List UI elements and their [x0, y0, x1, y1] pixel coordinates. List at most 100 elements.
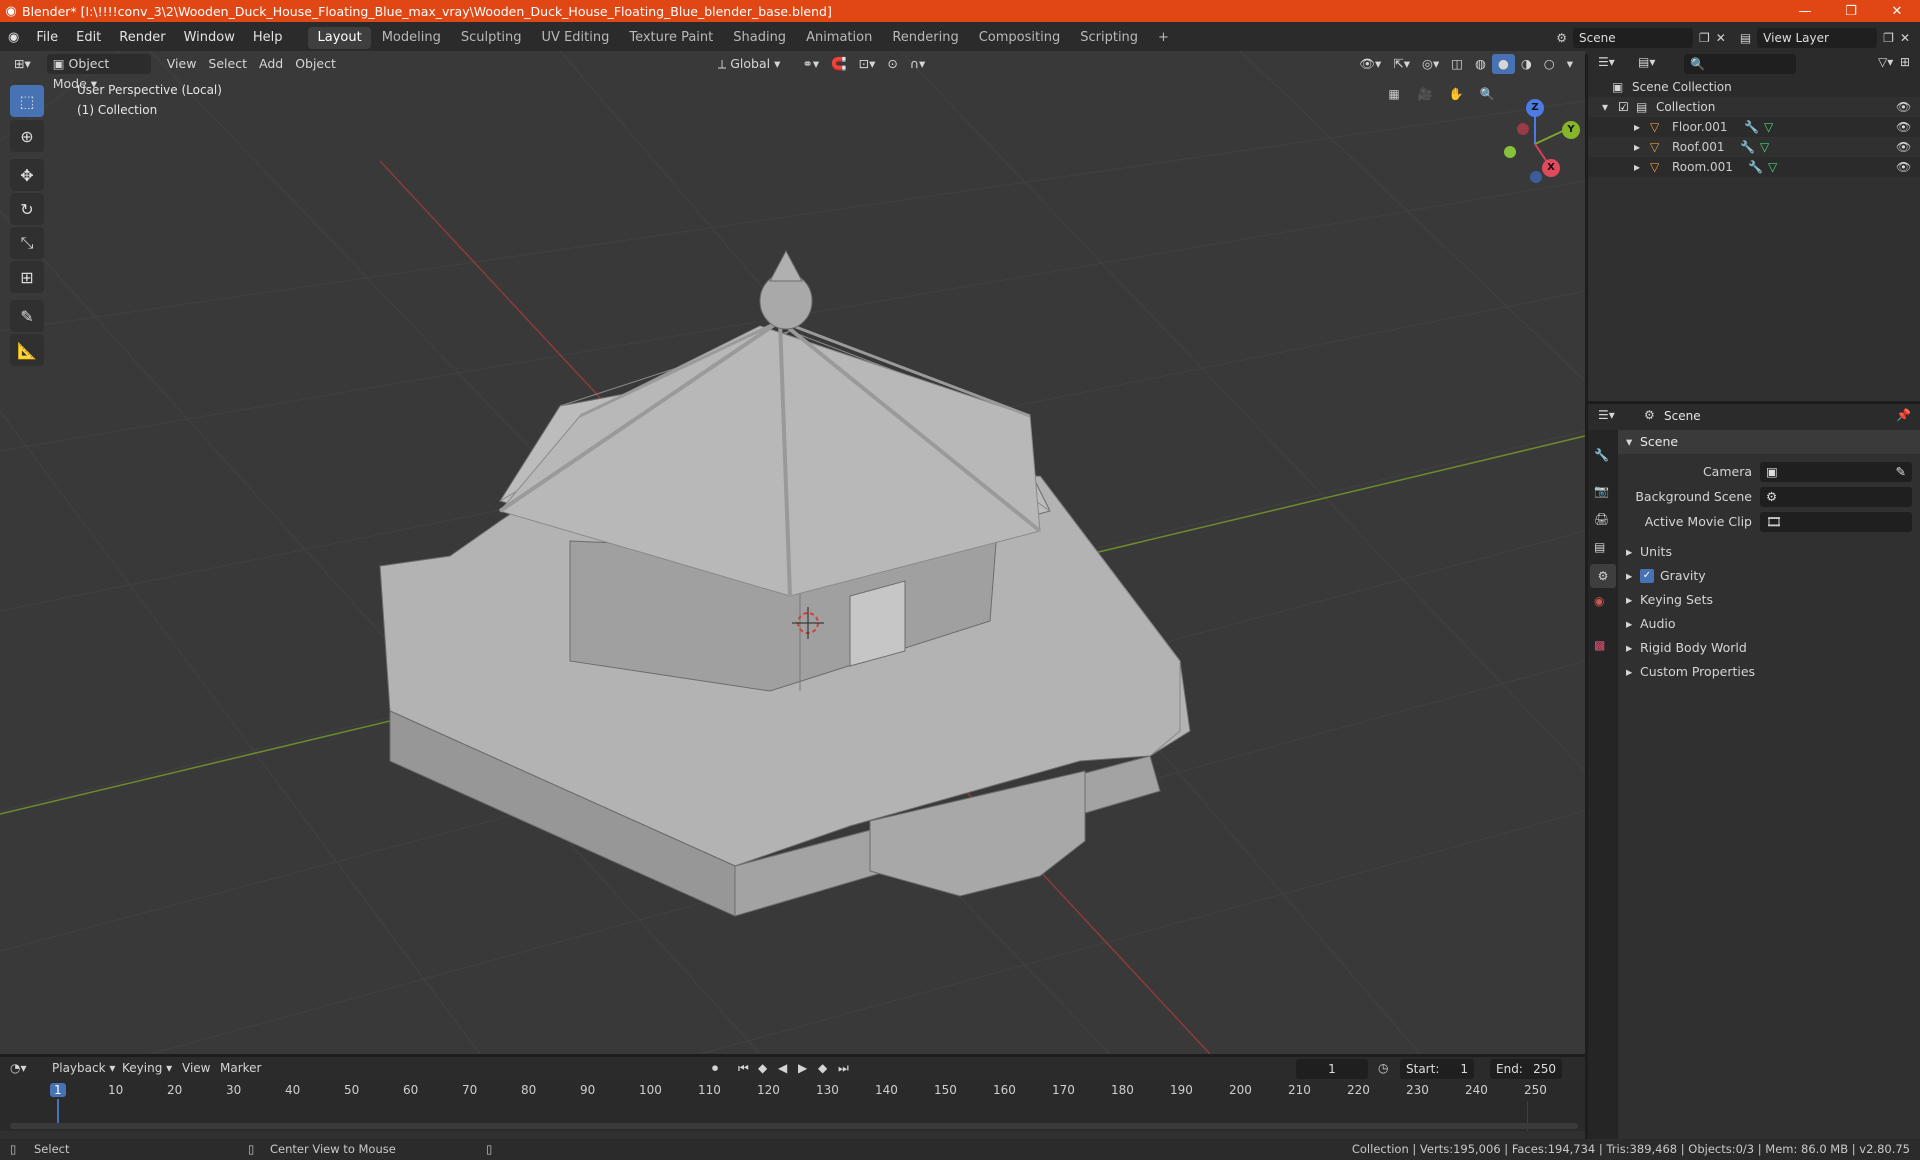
play-reverse-icon[interactable]: ◀: [778, 1061, 787, 1075]
tab-uv-editing[interactable]: UV Editing: [533, 27, 619, 49]
tab-layout[interactable]: Layout: [308, 27, 371, 49]
pivot-icon[interactable]: ⚭▾: [796, 54, 825, 74]
gizmo-x-icon[interactable]: X: [1542, 159, 1560, 177]
collapse-icon[interactable]: ▾: [1602, 97, 1608, 117]
orientation-select[interactable]: ⟂ Global ▾: [712, 54, 786, 74]
eye-icon[interactable]: 👁: [1896, 157, 1911, 177]
tab-compositing[interactable]: Compositing: [970, 27, 1070, 49]
start-frame-field[interactable]: Start: 1: [1400, 1059, 1474, 1079]
scene-field[interactable]: Scene: [1573, 28, 1693, 48]
camera-view-icon[interactable]: 🎥: [1414, 87, 1436, 109]
gizmo-neg-y-icon[interactable]: [1504, 146, 1516, 158]
scene-tab-icon[interactable]: ⚙: [1590, 564, 1616, 588]
menu-render[interactable]: Render: [110, 22, 174, 54]
wireframe-shading-icon[interactable]: ◍: [1469, 54, 1492, 74]
gizmo-z-icon[interactable]: Z: [1526, 99, 1544, 117]
pan-hand-icon[interactable]: ✋: [1445, 87, 1467, 109]
material-shading-icon[interactable]: ◑: [1515, 54, 1538, 74]
scale-tool[interactable]: ⤡: [10, 227, 44, 259]
timeline-editor-type-icon[interactable]: ◔▾: [10, 1061, 27, 1075]
playhead[interactable]: [57, 1099, 59, 1123]
rotate-tool[interactable]: ↻: [10, 193, 44, 225]
rendered-shading-icon[interactable]: ○: [1538, 54, 1561, 74]
eyedropper-icon[interactable]: ✎: [1896, 462, 1906, 482]
eye-icon[interactable]: 👁: [1896, 97, 1911, 117]
outliner-root[interactable]: ▣ Scene Collection: [1588, 77, 1920, 97]
gravity-checkbox[interactable]: ✓: [1640, 569, 1654, 583]
menu-select[interactable]: Select: [202, 54, 253, 74]
audio-section[interactable]: ▸ Audio: [1618, 612, 1920, 636]
mesh-data-icon[interactable]: ▽: [1768, 157, 1777, 177]
menu-object[interactable]: Object: [289, 54, 342, 74]
texture-tab-icon[interactable]: ▩: [1594, 638, 1605, 652]
transform-tool[interactable]: ⊞: [10, 261, 44, 293]
select-box-tool[interactable]: ⬚: [10, 85, 44, 117]
rigid-body-world-section[interactable]: ▸ Rigid Body World: [1618, 636, 1920, 660]
outliner-item-room[interactable]: ▸ ▽ Room.001 🔧 ▽ 👁: [1588, 157, 1920, 177]
editor-type-icon[interactable]: ⊞▾: [8, 54, 37, 74]
gravity-section[interactable]: ▸ ✓ Gravity: [1618, 564, 1920, 588]
background-scene-field[interactable]: ⚙: [1760, 487, 1912, 507]
properties-editor-type-icon[interactable]: ☰▾: [1598, 408, 1615, 422]
shading-options-icon[interactable]: ▾: [1561, 54, 1579, 74]
clock-icon[interactable]: ◷: [1378, 1061, 1388, 1075]
tab-modeling[interactable]: Modeling: [373, 27, 450, 49]
minimize-icon[interactable]: —: [1782, 4, 1828, 19]
add-workspace-button[interactable]: +: [1149, 27, 1178, 49]
timeline-scrollbar[interactable]: [10, 1123, 1578, 1129]
tab-sculpting[interactable]: Sculpting: [452, 27, 531, 49]
menu-add[interactable]: Add: [253, 54, 289, 74]
end-frame-field[interactable]: End: 250: [1490, 1059, 1562, 1079]
render-tab-icon[interactable]: 📷: [1594, 484, 1609, 498]
mesh-data-icon[interactable]: ▽: [1760, 137, 1769, 157]
view-layer-field[interactable]: View Layer: [1757, 28, 1878, 48]
current-frame-field[interactable]: 1: [1296, 1059, 1368, 1079]
eye-icon[interactable]: 👁: [1896, 137, 1911, 157]
display-mode-icon[interactable]: ▤▾: [1638, 55, 1655, 69]
tab-rendering[interactable]: Rendering: [883, 27, 967, 49]
restore-icon[interactable]: ❐: [1828, 4, 1874, 19]
menu-window[interactable]: Window: [175, 22, 244, 54]
menu-view[interactable]: View: [161, 54, 203, 74]
tool-tab-icon[interactable]: 🔧: [1594, 448, 1609, 462]
move-tool[interactable]: ✥: [10, 159, 44, 191]
remove-scene-icon[interactable]: ✕: [1716, 31, 1726, 45]
close-icon[interactable]: ✕: [1874, 4, 1920, 19]
mesh-data-icon[interactable]: ▽: [1764, 117, 1773, 137]
tab-texture-paint[interactable]: Texture Paint: [620, 27, 722, 49]
record-icon[interactable]: ⏺: [712, 1061, 718, 1076]
snap-icon[interactable]: 🧲: [825, 54, 853, 74]
outliner-item-floor[interactable]: ▸ ▽ Floor.001 🔧 ▽ 👁: [1588, 117, 1920, 137]
gizmo-toggle-icon[interactable]: ⇱▾: [1387, 54, 1416, 74]
checkbox-icon[interactable]: ☑: [1618, 97, 1629, 117]
menu-help[interactable]: Help: [244, 22, 292, 54]
units-section[interactable]: ▸ Units: [1618, 540, 1920, 564]
new-view-layer-icon[interactable]: ❐: [1883, 31, 1894, 45]
modifier-icon[interactable]: 🔧: [1740, 137, 1755, 157]
filter-icon[interactable]: ▽▾: [1878, 55, 1893, 69]
falloff-icon[interactable]: ∩▾: [904, 54, 931, 74]
menu-playback[interactable]: Playback ▾: [52, 1061, 115, 1075]
outliner-collection[interactable]: ▾ ☑ ▤ Collection 👁: [1588, 97, 1920, 117]
proportional-edit-icon[interactable]: ⊙: [881, 54, 903, 74]
overlays-icon[interactable]: ◎▾: [1416, 54, 1445, 74]
snap-target-icon[interactable]: ⊡▾: [853, 54, 882, 74]
tab-animation[interactable]: Animation: [797, 27, 881, 49]
remove-view-layer-icon[interactable]: ✕: [1900, 31, 1910, 45]
toggle-ortho-icon[interactable]: ▦: [1383, 87, 1405, 109]
scene-icon[interactable]: ⚙: [1556, 31, 1567, 45]
menu-marker[interactable]: Marker: [220, 1061, 261, 1075]
visibility-icon[interactable]: 👁▾: [1353, 54, 1387, 74]
gizmo-neg-z-icon[interactable]: [1530, 171, 1542, 183]
expand-icon[interactable]: ▸: [1634, 137, 1640, 157]
new-collection-icon[interactable]: ⊞: [1900, 55, 1910, 69]
gizmo-neg-x-icon[interactable]: [1517, 123, 1529, 135]
3d-viewport[interactable]: User Perspective (Local) (1) Collection …: [0, 51, 1585, 1054]
solid-shading-icon[interactable]: ●: [1491, 54, 1515, 74]
view-layer-tab-icon[interactable]: ▤: [1594, 540, 1605, 554]
scene-panel-header[interactable]: ▾ Scene: [1618, 430, 1920, 454]
jump-start-icon[interactable]: ⏮: [738, 1061, 749, 1076]
menu-keying[interactable]: Keying ▾: [122, 1061, 172, 1075]
measure-tool[interactable]: 📐: [10, 334, 44, 366]
cursor-tool[interactable]: ⊕: [10, 120, 44, 152]
